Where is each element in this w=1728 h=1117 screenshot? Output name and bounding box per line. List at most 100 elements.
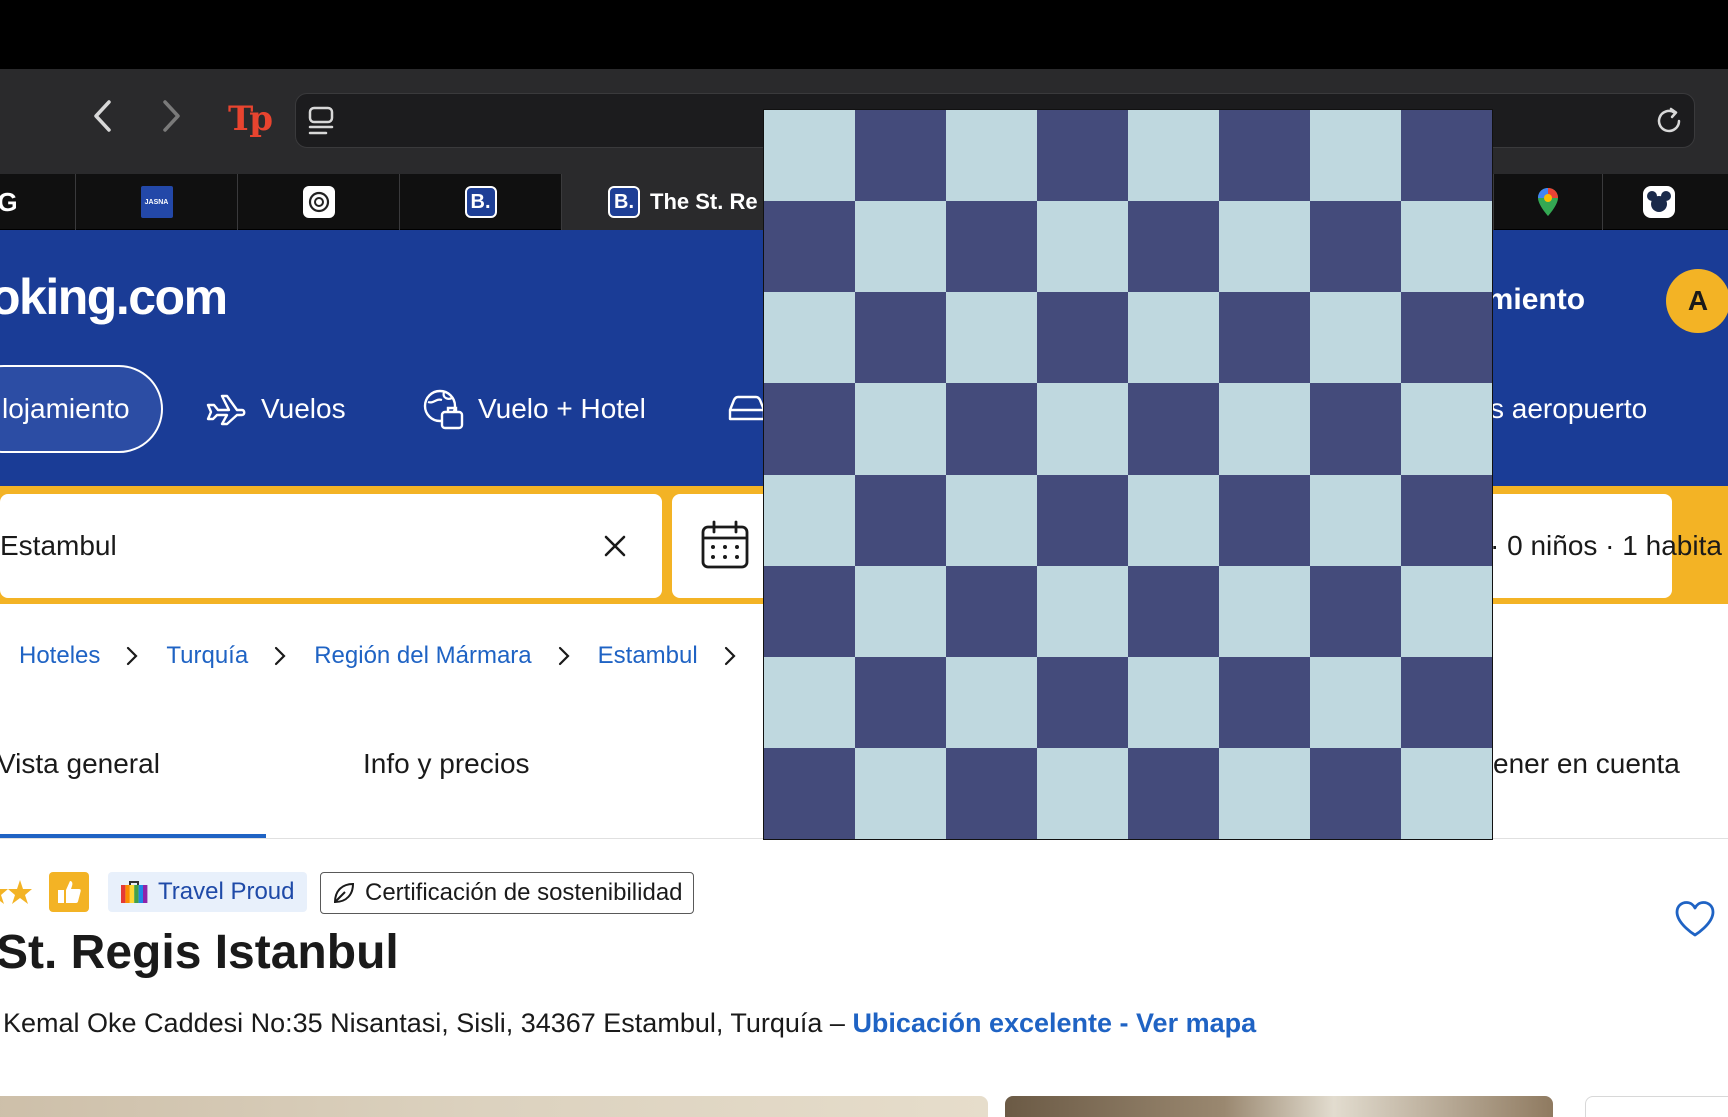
- destination-input[interactable]: Estambul: [0, 530, 117, 562]
- nav-flights[interactable]: Vuelos: [205, 365, 346, 453]
- checker-cell: [1310, 292, 1401, 384]
- chevron-left-icon: [94, 100, 111, 132]
- show-map-link[interactable]: Ubicación excelente - Ver mapa: [852, 1008, 1256, 1038]
- tp-extension-icon[interactable]: Tp: [228, 99, 273, 139]
- checker-cell: [1401, 383, 1492, 475]
- checker-cell: [1037, 474, 1128, 566]
- save-favorite-button[interactable]: [1674, 900, 1716, 943]
- reader-mode-icon[interactable]: [308, 106, 336, 141]
- checker-cell: [1037, 383, 1128, 475]
- checker-cell: [1401, 110, 1492, 202]
- checker-cell: [855, 383, 946, 475]
- breadcrumb-hotels[interactable]: Hoteles: [19, 642, 100, 670]
- tab-g[interactable]: G: [0, 174, 76, 230]
- checker-cell: [855, 110, 946, 202]
- checker-cell: [1037, 656, 1128, 748]
- close-icon: [604, 535, 626, 557]
- tab-google-maps[interactable]: [1493, 174, 1603, 230]
- sustainability-badge[interactable]: Certificación de sostenibilidad: [320, 872, 694, 914]
- checker-cell: [855, 656, 946, 748]
- travel-proud-badge[interactable]: Travel Proud: [108, 872, 307, 912]
- checker-cell: [946, 565, 1037, 657]
- chevron-right-icon: [558, 646, 570, 666]
- nav-stays[interactable]: lojamiento: [0, 365, 163, 453]
- active-tab-indicator: [0, 834, 266, 838]
- checker-cell: [1310, 383, 1401, 475]
- checker-cell: [764, 565, 855, 657]
- guests-field[interactable]: · 0 niños · 1 habita: [1490, 530, 1722, 562]
- nav-flight-hotel[interactable]: Vuelo + Hotel: [422, 365, 646, 453]
- checker-cell: [1219, 110, 1310, 202]
- checker-cell: [946, 110, 1037, 202]
- plane-icon: [206, 394, 246, 426]
- checker-cell: [1128, 292, 1219, 384]
- checker-cell: [946, 201, 1037, 293]
- checker-cell: [855, 565, 946, 657]
- nav-flight-hotel-label: Vuelo + Hotel: [478, 393, 646, 424]
- checker-cell: [1219, 292, 1310, 384]
- sustainability-label: Certificación de sostenibilidad: [365, 879, 683, 906]
- checker-cell: [1037, 110, 1128, 202]
- window-top-bar: [0, 0, 1728, 69]
- g-favicon-icon: G: [0, 186, 18, 217]
- checker-cell: [946, 474, 1037, 566]
- hotel-name: St. Regis Istanbul: [0, 926, 399, 979]
- heart-icon: [1675, 901, 1715, 937]
- breadcrumb-turkey[interactable]: Turquía: [166, 642, 248, 670]
- checker-cell: [855, 474, 946, 566]
- chevron-right-icon: [126, 646, 138, 666]
- preferred-badge: [49, 872, 89, 912]
- jasna-favicon-icon: JASNA: [140, 186, 173, 218]
- tab-overview[interactable]: Vista general: [0, 748, 160, 780]
- star-icon: [0, 880, 32, 904]
- hotel-photo-main[interactable]: [0, 1096, 988, 1117]
- hotel-photo-tertiary[interactable]: [1585, 1096, 1728, 1117]
- car-icon: [728, 395, 766, 421]
- tab-chatgpt[interactable]: [238, 174, 400, 230]
- nav-stays-label: lojamiento: [2, 393, 130, 424]
- reload-icon[interactable]: [1655, 106, 1685, 141]
- rainbow-suitcase-icon: [121, 881, 148, 903]
- checker-cell: [1037, 292, 1128, 384]
- checker-cell: [946, 383, 1037, 475]
- checker-cell: [946, 656, 1037, 748]
- checker-cell: [764, 292, 855, 384]
- tab-active[interactable]: B. The St. Re: [562, 174, 772, 230]
- nav-airport-taxi-label: s aeropuerto: [1490, 393, 1648, 424]
- clear-destination-button[interactable]: [600, 531, 630, 566]
- checker-cell: [1219, 656, 1310, 748]
- checker-cell: [764, 383, 855, 475]
- checker-cell: [1128, 656, 1219, 748]
- checker-cell: [1401, 474, 1492, 566]
- chevron-right-icon: [163, 100, 180, 132]
- back-button[interactable]: [82, 96, 122, 136]
- booking-favicon-icon: B.: [608, 186, 640, 218]
- user-avatar[interactable]: A: [1666, 269, 1728, 333]
- checker-cell: [764, 110, 855, 202]
- forward-button[interactable]: [152, 96, 192, 136]
- tab-disney[interactable]: [1603, 174, 1728, 230]
- checker-cell: [855, 747, 946, 839]
- breadcrumb-istanbul[interactable]: Estambul: [598, 642, 698, 670]
- booking-logo[interactable]: oking.com: [0, 268, 228, 326]
- tab-jasna[interactable]: JASNA: [76, 174, 238, 230]
- disney-favicon-icon: [1642, 186, 1675, 218]
- breadcrumb-marmara[interactable]: Región del Mármara: [314, 642, 531, 670]
- booking-favicon-icon: B.: [464, 186, 497, 218]
- checker-cell: [1128, 747, 1219, 839]
- checker-cell: [1128, 565, 1219, 657]
- checker-cell: [1310, 110, 1401, 202]
- tab-info-prices[interactable]: Info y precios: [363, 748, 530, 780]
- nav-airport-taxi[interactable]: s aeropuerto: [1490, 365, 1647, 453]
- nav-car-rental[interactable]: [727, 365, 767, 453]
- checker-cell: [1310, 565, 1401, 657]
- checker-cell: [1401, 747, 1492, 839]
- tab-booking[interactable]: B.: [400, 174, 562, 230]
- checker-cell: [1037, 747, 1128, 839]
- checker-cell: [1219, 383, 1310, 475]
- tab-keep-in-mind[interactable]: ener en cuenta: [1493, 748, 1680, 780]
- globe-suitcase-icon: [423, 389, 464, 430]
- hotel-photo-secondary[interactable]: [1005, 1096, 1553, 1117]
- checker-cell: [1310, 747, 1401, 839]
- travel-proud-label: Travel Proud: [158, 878, 295, 905]
